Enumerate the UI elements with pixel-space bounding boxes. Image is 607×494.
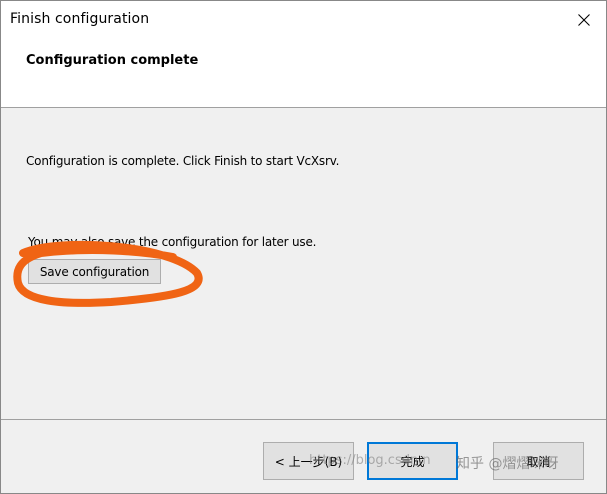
page-title: Configuration complete (26, 53, 199, 68)
dialog-window: Finish configuration Configuration compl… (0, 0, 607, 494)
finish-button[interactable]: 完成 (367, 442, 458, 480)
close-button[interactable] (562, 1, 606, 38)
completion-message: Configuration is complete. Click Finish … (26, 154, 340, 168)
close-icon (578, 13, 590, 26)
save-hint-text: You may also save the configuration for … (28, 235, 317, 249)
wizard-header: Configuration complete (1, 38, 606, 108)
footer-separator (1, 419, 606, 420)
cancel-button[interactable]: 取消 (493, 442, 584, 480)
save-configuration-button[interactable]: Save configuration (28, 259, 161, 284)
back-button[interactable]: < 上一步(B) (263, 442, 354, 480)
title-bar[interactable]: Finish configuration (1, 1, 606, 38)
window-title: Finish configuration (10, 11, 150, 27)
